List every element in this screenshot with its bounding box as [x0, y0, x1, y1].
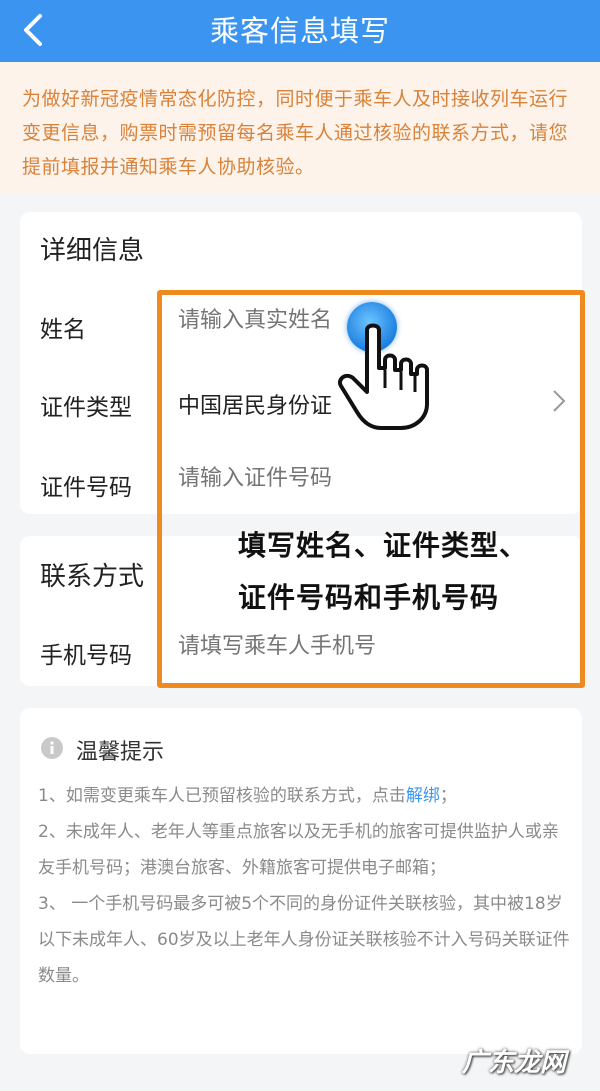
page-title: 乘客信息填写: [209, 14, 390, 48]
watermark: 广东龙网: [462, 1048, 567, 1078]
info-icon: [41, 737, 63, 759]
app-header: 乘客信息填写: [0, 0, 600, 62]
tip-item-2: 2、未成年人、老年人等重点旅客以及无手机的旅客可提供监护人或亲友手机号码；港澳台…: [38, 822, 559, 878]
tips-body: 1、如需变更乘车人已预留核验的联系方式，点击解绑； 2、未成年人、老年人等重点旅…: [38, 778, 570, 994]
annotation-line-1: 填写姓名、证件类型、: [238, 529, 529, 562]
tip-1-suffix: ；: [439, 786, 457, 806]
unbind-link[interactable]: 解绑: [406, 786, 440, 806]
annotation-line-2: 证件号码和手机号码: [238, 581, 500, 614]
detail-section-title: 详细信息: [40, 236, 145, 266]
id-number-label: 证件号码: [40, 475, 132, 501]
id-type-label: 证件类型: [40, 395, 132, 421]
tip-item-1: 1、如需变更乘车人已预留核验的联系方式，点击解绑；: [38, 778, 570, 814]
contact-section-title: 联系方式: [40, 562, 145, 592]
tips-card: 温馨提示 1、如需变更乘车人已预留核验的联系方式，点击解绑； 2、未成年人、老年…: [20, 708, 582, 1054]
tip-1-text: 1、如需变更乘车人已预留核验的联系方式，点击: [38, 786, 406, 806]
phone-label: 手机号码: [40, 643, 132, 669]
tips-title: 温馨提示: [76, 740, 165, 765]
name-label: 姓名: [40, 317, 86, 343]
pointing-hand-icon: [338, 323, 429, 430]
tip-item-3: 3、 一个手机号码最多可被5个不同的身份证件关联核验，其中被18岁以下未成年人、…: [38, 894, 570, 986]
notice-banner: 为做好新冠疫情常态化防控，同时便于乘车人及时接收列车运行变更信息，购票时需预留每…: [0, 62, 600, 194]
